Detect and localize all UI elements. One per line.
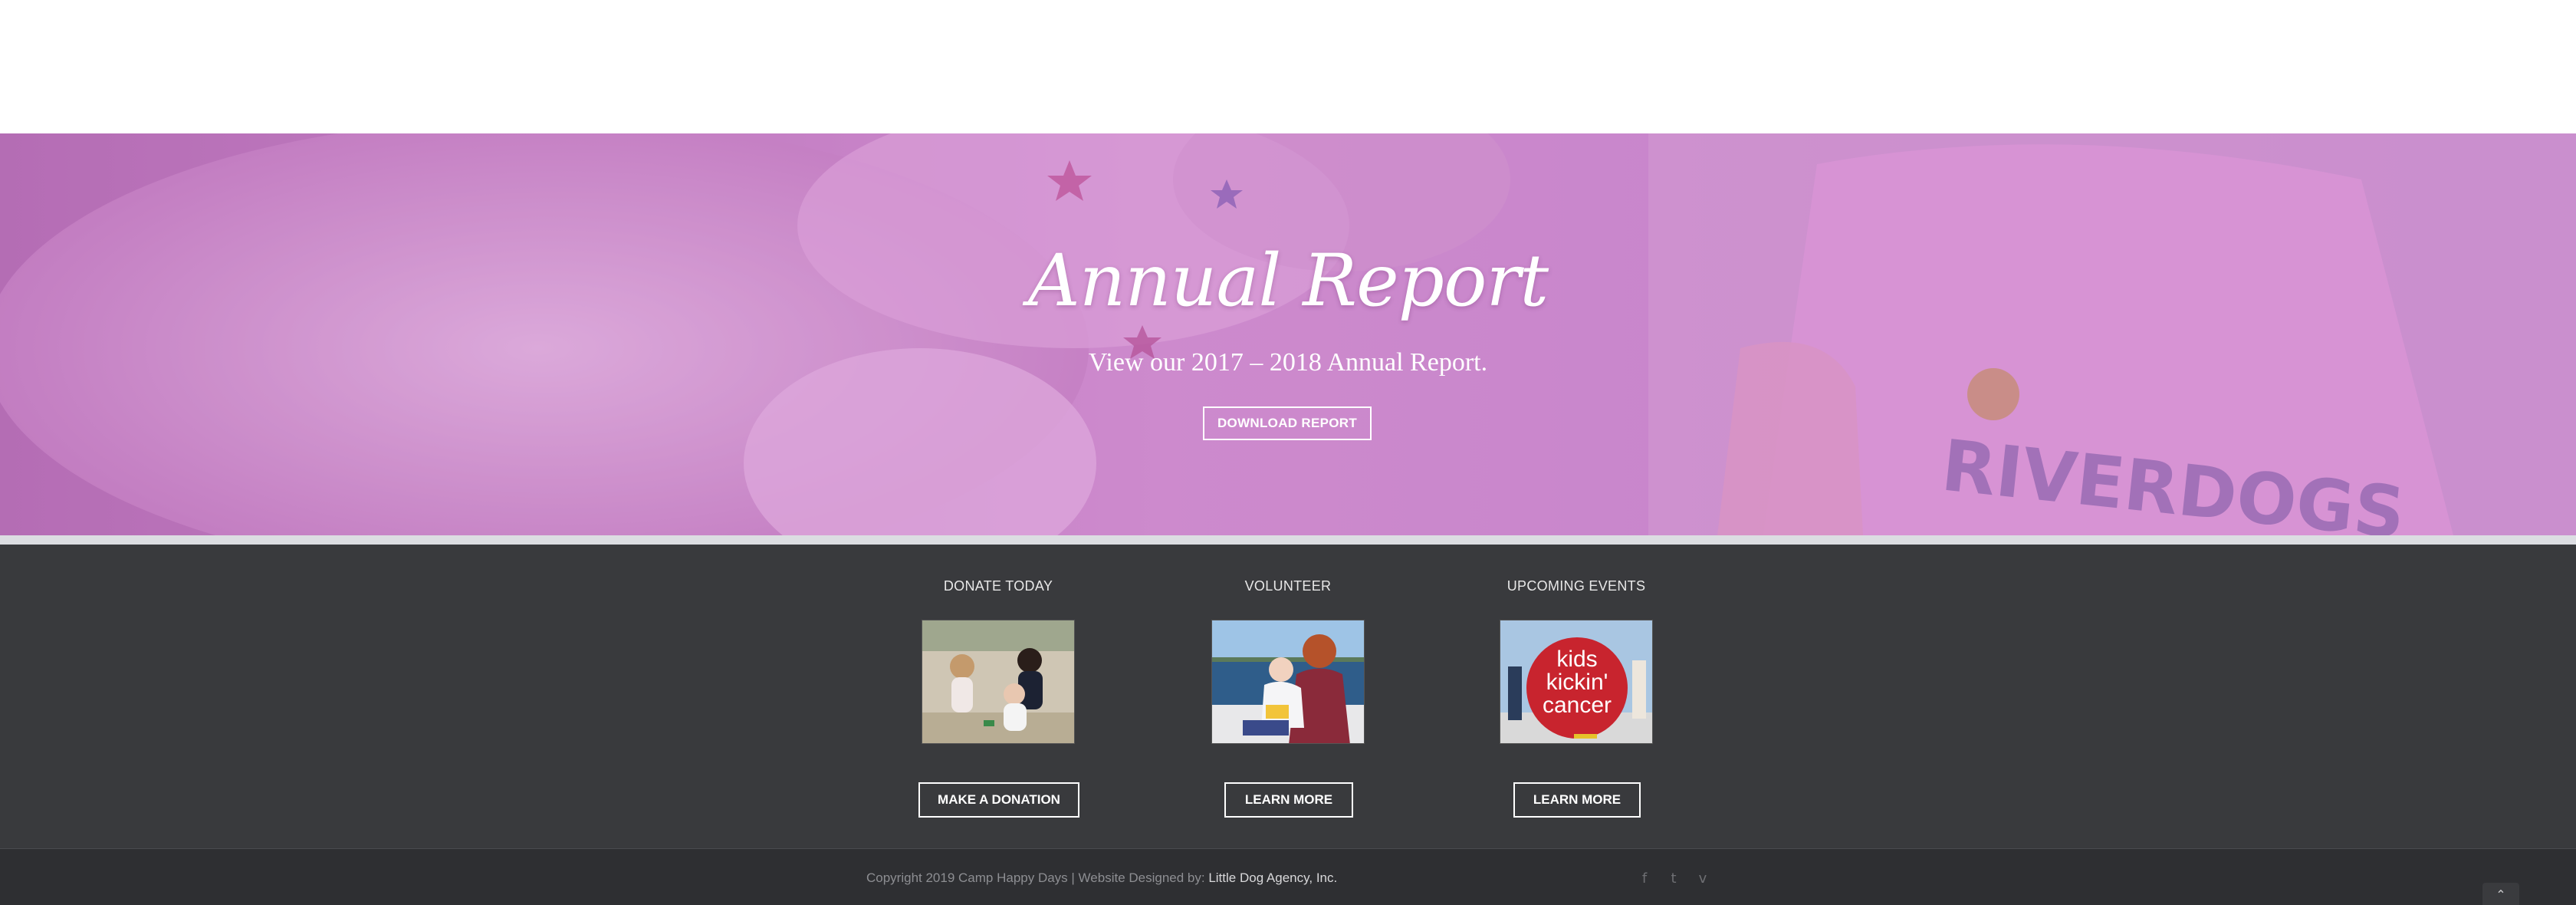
widget-heading-donate: DONATE TODAY <box>943 578 1053 594</box>
vimeo-icon[interactable]: v <box>1693 869 1713 889</box>
copyright-text: Copyright 2019 Camp Happy Days | Website… <box>866 870 1337 886</box>
section-divider <box>0 535 2576 545</box>
volunteer-photo[interactable] <box>1211 620 1365 744</box>
sail-text-kids: kids <box>1556 647 1597 672</box>
volunteer-learn-more-button[interactable]: LEARN MORE <box>1224 782 1353 818</box>
hero-color-overlay <box>0 133 2576 535</box>
back-to-top-button[interactable]: ⌃ <box>2482 883 2519 905</box>
widget-heading-events: UPCOMING EVENTS <box>1506 578 1646 594</box>
sail-text-kickin: kickin' <box>1546 670 1608 695</box>
hero-subtitle: View our 2017 – 2018 Annual Report. <box>1088 348 1488 377</box>
events-learn-more-button[interactable]: LEARN MORE <box>1513 782 1641 818</box>
sail-text-cancer: cancer <box>1543 693 1612 718</box>
widget-heading-volunteer: VOLUNTEER <box>1244 578 1332 594</box>
download-report-button[interactable]: DOWNLOAD REPORT <box>1203 406 1372 440</box>
donate-photo[interactable] <box>922 620 1075 744</box>
chevron-up-icon: ⌃ <box>2496 887 2506 902</box>
facebook-icon[interactable]: f <box>1635 869 1654 889</box>
annual-report-hero: RIVERDOGS Annual Report View our 2017 – … <box>0 133 2576 535</box>
page: RIVERDOGS Annual Report View our 2017 – … <box>0 0 2576 905</box>
copyright-bar: Copyright 2019 Camp Happy Days | Website… <box>0 849 2576 905</box>
footer-widgets: DONATE TODAY MAKE A DONATION VOLUNTEER L… <box>0 545 2576 848</box>
hero-title: Annual Report <box>1027 239 1549 323</box>
copyright-label: Copyright 2019 Camp Happy Days | Website… <box>866 870 1209 885</box>
agency-link[interactable]: Little Dog Agency, Inc. <box>1208 870 1337 885</box>
twitter-icon[interactable]: t <box>1664 869 1684 889</box>
events-photo[interactable]: kids kickin' cancer <box>1500 620 1653 744</box>
make-a-donation-button[interactable]: MAKE A DONATION <box>918 782 1079 818</box>
header-blank-area <box>0 0 2576 133</box>
